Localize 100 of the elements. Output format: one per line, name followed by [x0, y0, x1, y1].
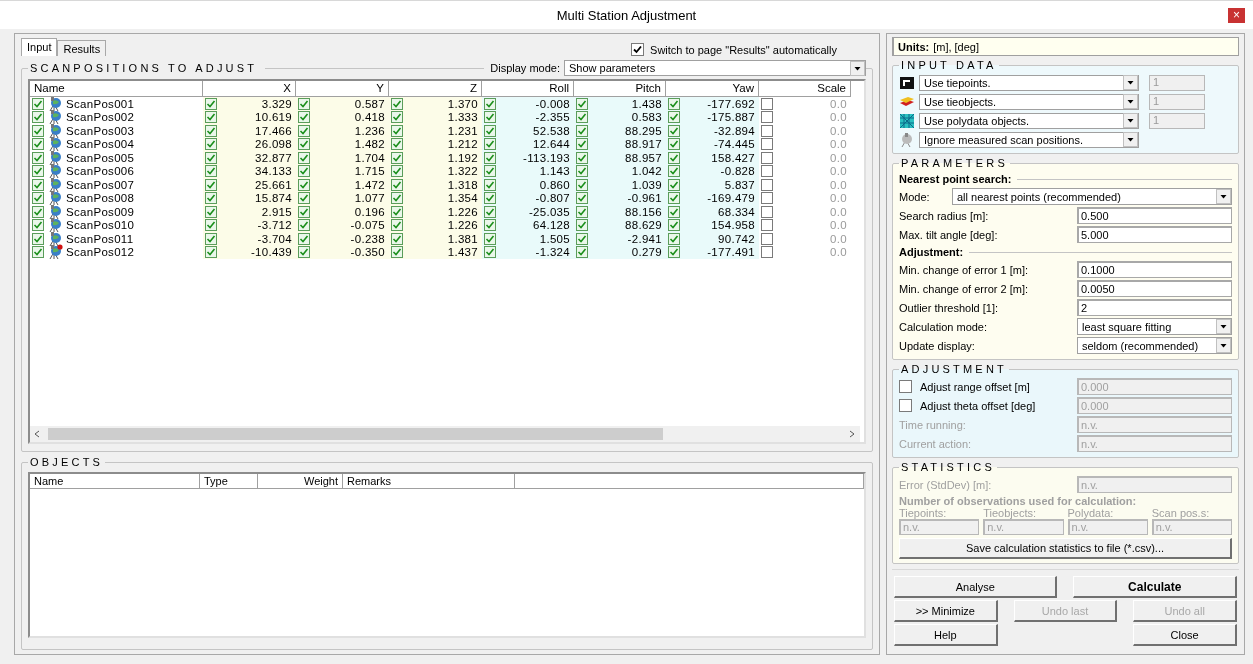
checkbox[interactable] — [484, 165, 496, 178]
column-header[interactable]: Z — [389, 81, 482, 97]
checkbox[interactable] — [576, 205, 588, 218]
mode-dropdown[interactable]: all nearest points (recommended) — [952, 188, 1232, 205]
checkbox[interactable] — [761, 232, 773, 245]
checkbox[interactable] — [668, 97, 680, 110]
column-header[interactable]: Remarks — [343, 474, 515, 489]
checkbox[interactable] — [205, 192, 217, 205]
checkbox[interactable] — [391, 138, 403, 151]
checkbox[interactable] — [391, 205, 403, 218]
checkbox[interactable] — [576, 97, 588, 110]
input-field[interactable]: 0.1000 — [1077, 261, 1232, 278]
column-header[interactable]: X — [203, 81, 296, 97]
select-dropdown[interactable]: seldom (recommended) — [1077, 337, 1232, 354]
checkbox[interactable] — [668, 138, 680, 151]
checkbox[interactable] — [484, 246, 496, 259]
checkbox[interactable] — [761, 205, 773, 218]
checkbox[interactable] — [576, 246, 588, 259]
checkbox[interactable] — [668, 246, 680, 259]
column-header[interactable]: Roll — [482, 81, 574, 97]
horizontal-scrollbar[interactable] — [30, 426, 860, 442]
checkbox[interactable] — [484, 178, 496, 191]
checkbox[interactable] — [576, 178, 588, 191]
checkbox[interactable] — [32, 111, 44, 124]
checkbox[interactable] — [484, 219, 496, 232]
checkbox[interactable] — [298, 124, 310, 137]
checkbox[interactable] — [298, 97, 310, 110]
checkbox[interactable] — [761, 138, 773, 151]
checkbox[interactable] — [484, 111, 496, 124]
column-header[interactable]: Weight — [258, 474, 343, 489]
input-field[interactable]: 5.000 — [1077, 226, 1232, 243]
checkbox[interactable] — [205, 219, 217, 232]
checkbox[interactable] — [668, 205, 680, 218]
column-header[interactable]: Scale — [759, 81, 851, 97]
checkbox[interactable] — [391, 246, 403, 259]
input-dropdown[interactable]: Use polydata objects. — [919, 112, 1139, 129]
checkbox[interactable] — [391, 165, 403, 178]
button[interactable]: >> Minimize — [894, 600, 998, 622]
checkbox[interactable] — [484, 232, 496, 245]
checkbox[interactable] — [576, 124, 588, 137]
checkbox[interactable] — [32, 232, 44, 245]
input-field[interactable]: 2 — [1077, 299, 1232, 316]
checkbox[interactable] — [576, 219, 588, 232]
checkbox[interactable] — [205, 124, 217, 137]
checkbox[interactable] — [668, 219, 680, 232]
checkbox[interactable] — [205, 246, 217, 259]
checkbox[interactable] — [761, 124, 773, 137]
button[interactable]: Analyse — [894, 576, 1058, 598]
checkbox[interactable] — [32, 246, 44, 259]
checkbox[interactable] — [484, 124, 496, 137]
checkbox[interactable] — [576, 111, 588, 124]
checkbox[interactable] — [761, 178, 773, 191]
column-header[interactable]: Type — [200, 474, 258, 489]
checkbox[interactable] — [899, 399, 912, 412]
checkbox[interactable] — [205, 232, 217, 245]
checkbox[interactable] — [391, 151, 403, 164]
checkbox[interactable] — [298, 178, 310, 191]
checkbox[interactable] — [32, 151, 44, 164]
checkbox[interactable] — [32, 124, 44, 137]
checkbox[interactable] — [484, 138, 496, 151]
checkbox[interactable] — [298, 192, 310, 205]
tab[interactable]: Results — [57, 40, 107, 56]
button[interactable]: Help — [894, 624, 998, 646]
checkbox[interactable] — [576, 151, 588, 164]
checkbox[interactable] — [391, 111, 403, 124]
checkbox[interactable] — [32, 97, 44, 110]
select-dropdown[interactable]: least square fitting — [1077, 318, 1232, 335]
checkbox[interactable] — [668, 124, 680, 137]
checkbox[interactable] — [298, 219, 310, 232]
checkbox[interactable] — [298, 246, 310, 259]
column-header[interactable]: Name — [30, 81, 203, 97]
column-header[interactable]: Pitch — [574, 81, 666, 97]
checkbox[interactable] — [298, 151, 310, 164]
input-dropdown[interactable]: Ignore measured scan positions. — [919, 131, 1139, 148]
checkbox[interactable] — [761, 192, 773, 205]
input-field[interactable]: 0.0050 — [1077, 280, 1232, 297]
checkbox[interactable] — [32, 205, 44, 218]
checkbox[interactable] — [576, 138, 588, 151]
checkbox[interactable] — [391, 219, 403, 232]
checkbox[interactable] — [761, 219, 773, 232]
checkbox[interactable] — [391, 192, 403, 205]
checkbox[interactable] — [32, 138, 44, 151]
checkbox[interactable] — [298, 232, 310, 245]
checkbox[interactable] — [761, 246, 773, 259]
checkbox[interactable] — [484, 205, 496, 218]
checkbox[interactable] — [668, 151, 680, 164]
checkbox[interactable] — [205, 178, 217, 191]
checkbox[interactable] — [668, 111, 680, 124]
checkbox[interactable] — [668, 232, 680, 245]
checkbox[interactable] — [576, 232, 588, 245]
display-mode-dropdown[interactable]: Show parameters — [564, 60, 866, 76]
checkbox[interactable] — [298, 165, 310, 178]
checkbox[interactable] — [391, 97, 403, 110]
checkbox[interactable] — [668, 192, 680, 205]
checkbox[interactable] — [298, 111, 310, 124]
checkbox[interactable] — [205, 165, 217, 178]
checkbox[interactable] — [899, 380, 912, 393]
tab[interactable]: Input — [21, 38, 58, 56]
checkbox[interactable] — [32, 178, 44, 191]
checkbox[interactable] — [32, 219, 44, 232]
